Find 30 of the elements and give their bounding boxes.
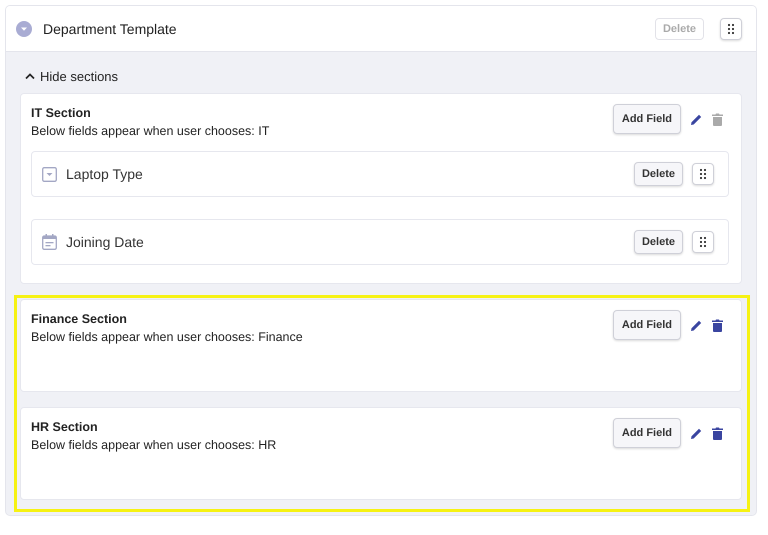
drag-handle[interactable] [692, 231, 714, 253]
trash-icon[interactable] [712, 318, 723, 332]
section-description: Below fields appear when user chooses: Finance [31, 330, 304, 344]
field-label: Joining Date [66, 234, 145, 250]
drag-handle[interactable] [692, 163, 714, 185]
add-field-button[interactable]: Add Field [612, 418, 681, 448]
collapse-toggle-icon[interactable] [16, 20, 32, 36]
field-label: Laptop Type [66, 166, 144, 182]
section-title: IT Section [31, 106, 92, 120]
delete-button[interactable]: Delete [634, 230, 683, 254]
chevron-up-icon [25, 73, 35, 80]
delete-button[interactable]: Delete [634, 162, 683, 186]
trash-icon[interactable] [712, 426, 723, 440]
drag-handle-icon [699, 236, 707, 248]
add-field-button[interactable]: Add Field [612, 310, 681, 340]
pencil-icon[interactable] [690, 112, 703, 126]
pencil-icon[interactable] [690, 426, 703, 440]
dropdown-icon [42, 166, 57, 182]
drag-handle-icon [727, 22, 735, 34]
drag-handle[interactable] [720, 18, 742, 40]
template-title: Department Template [43, 20, 178, 36]
section-description: Below fields appear when user chooses: IT [31, 124, 270, 138]
calendar-icon [42, 234, 57, 250]
section-description: Below fields appear when user chooses: HR [31, 438, 278, 452]
section-title: Finance Section [31, 312, 128, 326]
add-field-button[interactable]: Add Field [612, 104, 681, 134]
pencil-icon[interactable] [690, 318, 703, 332]
section-title: HR Section [31, 420, 99, 434]
hide-sections-toggle[interactable]: Hide sections [20, 62, 122, 93]
drag-handle-icon [699, 168, 707, 180]
